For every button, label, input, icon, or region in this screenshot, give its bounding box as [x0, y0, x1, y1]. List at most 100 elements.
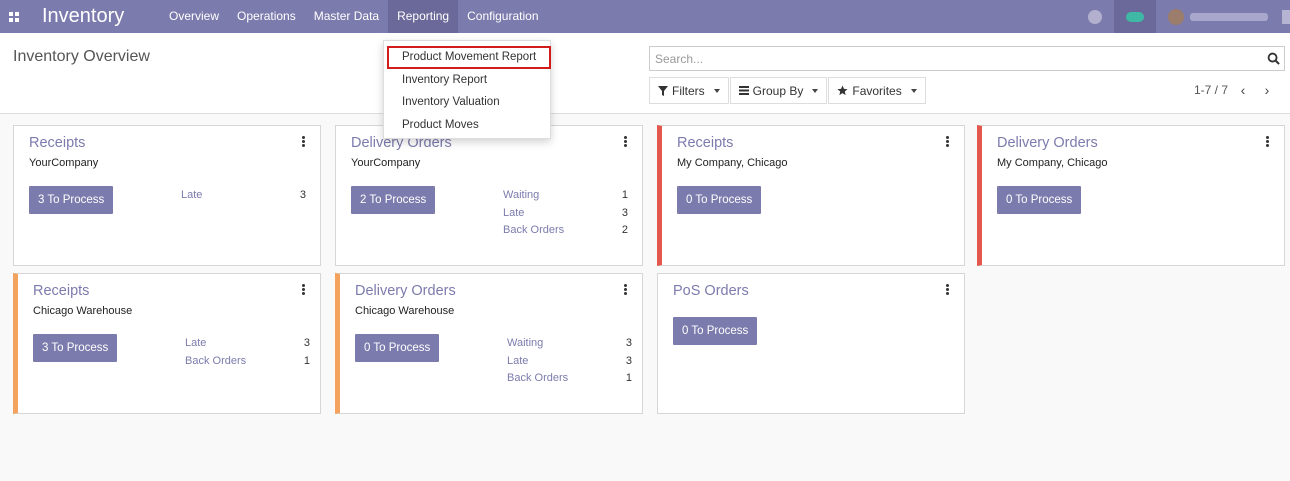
- stat-value: 3: [625, 337, 632, 349]
- stat-value: 3: [625, 354, 632, 367]
- picking-card: Receipts My Company, Chicago 0 To Proces…: [657, 125, 965, 266]
- stat-row[interactable]: Back Orders 1: [507, 372, 632, 390]
- menu-item-inventory-valuation[interactable]: Inventory Valuation: [384, 91, 550, 114]
- pager: 1-7 / 7 ‹ ›: [1194, 82, 1276, 98]
- menu-overview[interactable]: Overview: [160, 0, 228, 33]
- chevron-down-icon: [812, 88, 819, 93]
- stat-value: 3: [303, 337, 310, 349]
- to-process-button[interactable]: 2 To Process: [351, 186, 436, 214]
- stat-row[interactable]: Late 3: [181, 189, 306, 207]
- search-icon[interactable]: [1267, 52, 1280, 65]
- kebab-menu-icon[interactable]: [946, 284, 950, 296]
- stat-label[interactable]: Back Orders: [185, 355, 246, 373]
- picking-card: Receipts Chicago Warehouse 3 To Process …: [13, 273, 321, 414]
- stat-label[interactable]: Late: [507, 355, 528, 373]
- chevron-down-icon: [713, 88, 720, 93]
- card-company: Chicago Warehouse: [33, 305, 133, 317]
- to-process-button[interactable]: 0 To Process: [673, 317, 758, 345]
- picking-card: Delivery Orders Chicago Warehouse 0 To P…: [335, 273, 643, 414]
- card-title[interactable]: Receipts: [29, 135, 85, 151]
- card-company: My Company, Chicago: [997, 157, 1108, 169]
- activity-icon[interactable]: [1088, 9, 1102, 24]
- top-navbar: Inventory Overview Operations Master Dat…: [0, 0, 1290, 33]
- search-box[interactable]: [649, 46, 1285, 71]
- menu-master-data[interactable]: Master Data: [305, 0, 388, 33]
- stat-value: 3: [299, 189, 306, 201]
- to-process-button[interactable]: 0 To Process: [997, 186, 1082, 214]
- favorites-label: Favorites: [852, 83, 902, 98]
- chevron-right-icon[interactable]: ›: [1258, 82, 1276, 98]
- pager-value[interactable]: 1-7 / 7: [1194, 83, 1228, 97]
- to-process-button[interactable]: 0 To Process: [677, 186, 762, 214]
- stat-label[interactable]: Late: [185, 337, 206, 355]
- app-brand[interactable]: Inventory: [42, 5, 160, 28]
- kebab-menu-icon[interactable]: [1266, 136, 1270, 148]
- stat-row[interactable]: Late 3: [503, 207, 628, 225]
- stat-value: 1: [621, 189, 628, 201]
- kebab-menu-icon[interactable]: [624, 136, 628, 148]
- user-avatar[interactable]: [1168, 8, 1184, 25]
- user-name-blurred[interactable]: [1190, 12, 1268, 21]
- stat-row[interactable]: Back Orders 1: [185, 355, 310, 373]
- menu-operations[interactable]: Operations: [228, 0, 305, 33]
- to-process-button[interactable]: 3 To Process: [29, 186, 114, 214]
- menu-configuration[interactable]: Configuration: [458, 0, 547, 33]
- filter-icon: [658, 85, 668, 96]
- card-company: YourCompany: [29, 157, 99, 169]
- stat-row[interactable]: Back Orders 2: [503, 224, 628, 242]
- user-menu-end: [1282, 9, 1290, 24]
- stat-row[interactable]: Late 3: [507, 355, 632, 373]
- filters-button[interactable]: Filters: [649, 77, 729, 104]
- group-by-button[interactable]: Group By: [729, 77, 828, 104]
- card-stats: Late 3 Back Orders 1: [185, 337, 310, 372]
- kebab-menu-icon[interactable]: [946, 136, 950, 148]
- menu-item-product-moves[interactable]: Product Moves: [384, 114, 550, 137]
- card-title[interactable]: Delivery Orders: [997, 135, 1098, 151]
- stat-label[interactable]: Late: [181, 189, 202, 207]
- card-company: YourCompany: [351, 157, 421, 169]
- menu-item-product-movement-report[interactable]: Product Movement Report: [387, 46, 551, 69]
- chevron-left-icon[interactable]: ‹: [1234, 82, 1252, 98]
- stat-row[interactable]: Waiting 1: [503, 189, 628, 207]
- navbar-systray: [1088, 0, 1290, 33]
- stat-label[interactable]: Waiting: [503, 189, 539, 207]
- kebab-menu-icon[interactable]: [302, 136, 306, 148]
- stat-value: 3: [621, 206, 628, 219]
- stat-row[interactable]: Late 3: [185, 337, 310, 355]
- search-input[interactable]: [650, 47, 1250, 70]
- card-title[interactable]: PoS Orders: [673, 283, 749, 299]
- card-stats: Waiting 1 Late 3 Back Orders 2: [503, 189, 628, 242]
- card-title[interactable]: Delivery Orders: [355, 283, 456, 299]
- kebab-menu-icon[interactable]: [302, 284, 306, 296]
- stat-label[interactable]: Back Orders: [507, 372, 568, 390]
- search-options: Filters Group By Favorites: [649, 77, 927, 104]
- stat-label[interactable]: Back Orders: [503, 224, 564, 242]
- card-company: Chicago Warehouse: [355, 305, 455, 317]
- kebab-menu-icon[interactable]: [624, 284, 628, 296]
- apps-menu-icon[interactable]: [0, 0, 28, 33]
- star-icon: [837, 85, 848, 96]
- chevron-down-icon: [910, 88, 917, 93]
- group-by-label: Group By: [752, 83, 804, 98]
- main-menu: Overview Operations Master Data Reportin…: [160, 0, 548, 33]
- stat-row[interactable]: Waiting 3: [507, 337, 632, 355]
- stat-label[interactable]: Waiting: [507, 337, 543, 355]
- picking-card: Delivery Orders YourCompany 2 To Process…: [335, 125, 643, 266]
- menu-reporting[interactable]: Reporting: [388, 0, 459, 33]
- to-process-button[interactable]: 0 To Process: [355, 334, 440, 362]
- filters-label: Filters: [672, 83, 705, 98]
- card-title[interactable]: Receipts: [677, 135, 733, 151]
- picking-card: Receipts YourCompany 3 To Process Late 3: [13, 125, 321, 266]
- menu-item-inventory-report[interactable]: Inventory Report: [384, 69, 550, 92]
- reporting-dropdown: Product Movement Report Inventory Report…: [383, 40, 551, 139]
- card-company: My Company, Chicago: [677, 157, 788, 169]
- to-process-button[interactable]: 3 To Process: [33, 334, 118, 362]
- stat-value: 2: [621, 224, 628, 236]
- control-panel: Inventory Overview Filters Group By Favo…: [0, 33, 1290, 114]
- page-title: Inventory Overview: [13, 48, 150, 65]
- favorites-button[interactable]: Favorites: [828, 77, 926, 104]
- card-stats: Late 3: [181, 189, 306, 207]
- stat-label[interactable]: Late: [503, 207, 524, 225]
- card-title[interactable]: Receipts: [33, 283, 89, 299]
- chat-icon[interactable]: [1114, 0, 1156, 33]
